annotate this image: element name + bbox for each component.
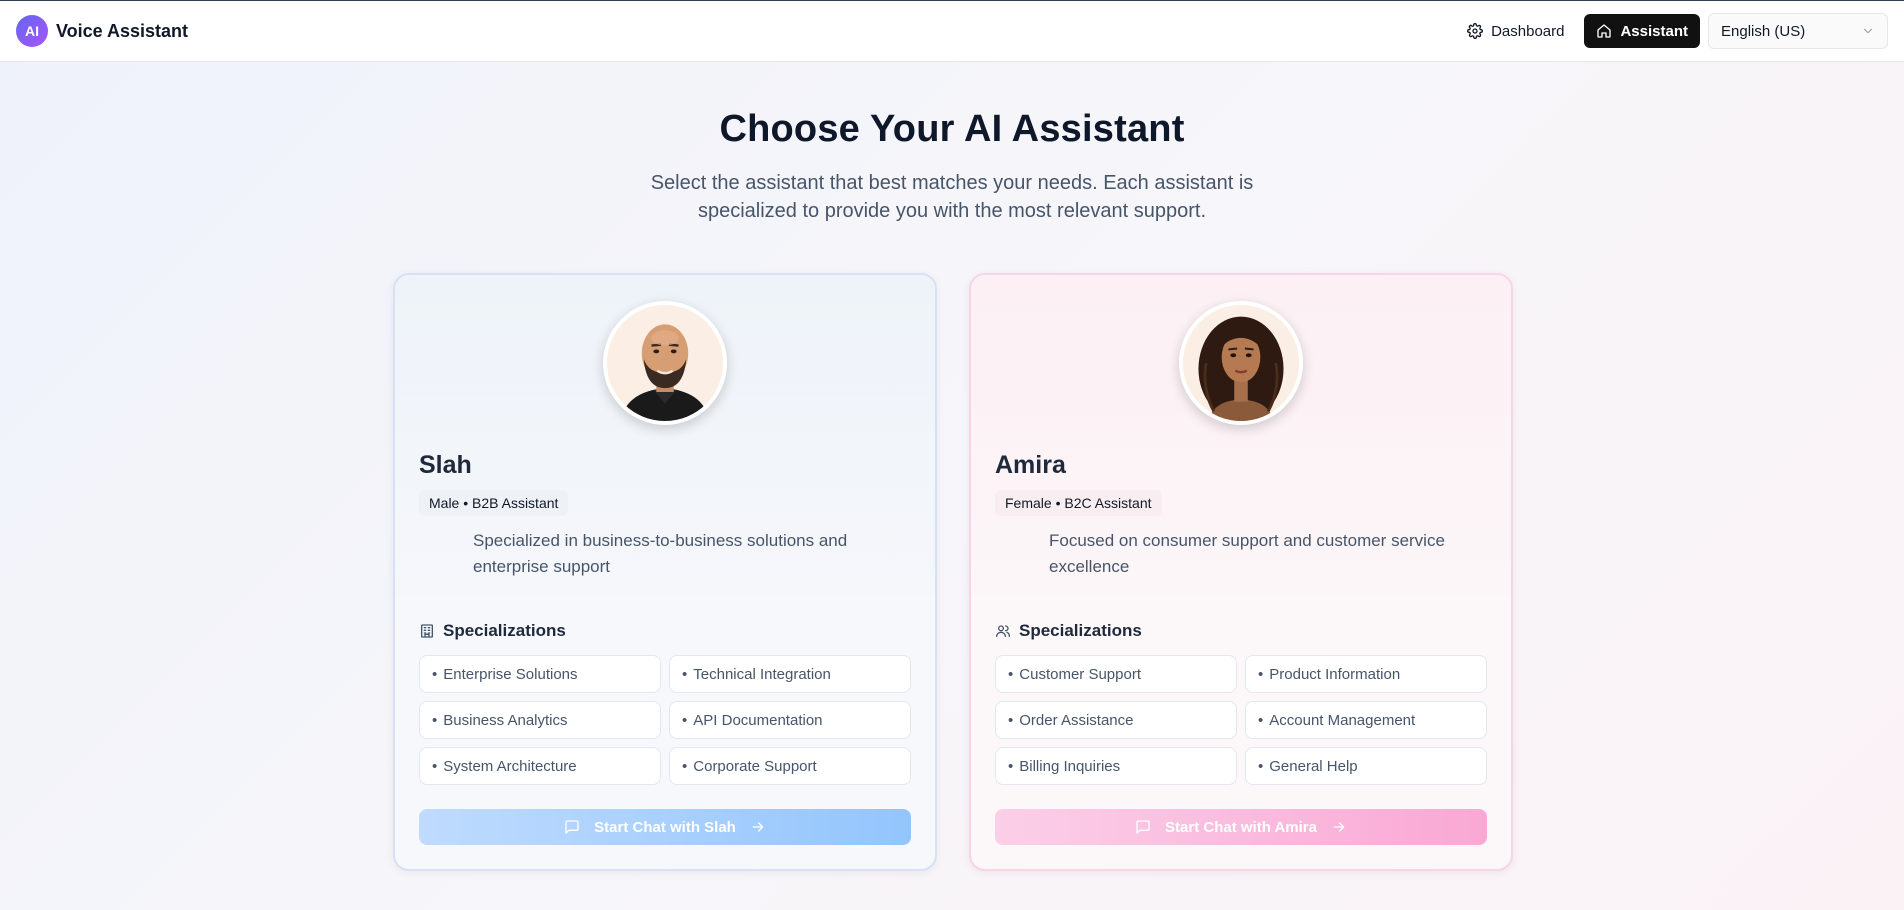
page-subtitle: Select the assistant that best matches y… <box>650 172 1254 222</box>
specialization-chip: • Order Assistance <box>995 701 1237 739</box>
specialization-label: API Documentation <box>693 711 823 729</box>
avatar-slah <box>603 301 727 425</box>
brand[interactable]: AI Voice Assistant <box>16 15 188 47</box>
start-chat-amira-button[interactable]: Start Chat with Amira <box>995 809 1487 845</box>
dashboard-nav-button[interactable]: Dashboard <box>1455 14 1576 48</box>
specialization-label: Enterprise Solutions <box>443 665 578 683</box>
specialization-chip: • Corporate Support <box>669 747 911 785</box>
specialization-chip: • Billing Inquiries <box>995 747 1237 785</box>
assistant-nav-button[interactable]: Assistant <box>1584 14 1700 48</box>
assistant-nav-label: Assistant <box>1620 22 1688 40</box>
page-title: Choose Your AI Assistant <box>719 108 1185 150</box>
specializations-heading: Specializations <box>995 621 1142 641</box>
specializations-list: • Customer Support • Product Information •… <box>995 655 1487 785</box>
specializations-title: Specializations <box>443 621 566 640</box>
specialization-chip: • Technical Integration <box>669 655 911 693</box>
start-chat-label: Start Chat with Amira <box>1165 818 1317 836</box>
specialization-label: Corporate Support <box>693 757 817 775</box>
specialization-chip: • Enterprise Solutions <box>419 655 661 693</box>
slah-portrait-image <box>607 305 723 421</box>
specializations-list: • Enterprise Solutions • Technical Integra… <box>419 655 911 785</box>
specialization-label: Order Assistance <box>1019 711 1134 729</box>
assistant-card-slah[interactable]: Slah Male • B2B Assistant Specialized in… <box>393 273 937 871</box>
dashboard-nav-label: Dashboard <box>1491 22 1565 40</box>
specialization-chip: • Customer Support <box>995 655 1237 693</box>
app-logo: AI <box>16 15 48 47</box>
building-icon <box>421 624 433 638</box>
avatar-amira <box>1179 301 1303 425</box>
amira-portrait-image <box>1183 305 1299 421</box>
message-square-icon <box>565 820 579 834</box>
specialization-label: Technical Integration <box>693 665 831 683</box>
language-select[interactable]: English (US) <box>1708 13 1888 49</box>
main-nav: Dashboard Assistant English (US) <box>1455 13 1888 49</box>
specialization-label: Billing Inquiries <box>1019 757 1121 775</box>
specialization-label: Product Information <box>1269 665 1401 683</box>
users-icon <box>996 625 1010 637</box>
assistant-type-badge: Female • B2C Assistant <box>995 490 1162 516</box>
start-chat-label: Start Chat with Slah <box>594 818 736 836</box>
arrow-right-icon <box>752 822 764 832</box>
chevron-down-icon <box>1863 28 1873 34</box>
assistant-description: Specialized in business-to-business solu… <box>473 531 848 576</box>
hero-section: Choose Your AI Assistant Select the assi… <box>0 108 1904 225</box>
specialization-label: Customer Support <box>1019 665 1141 683</box>
specialization-label: System Architecture <box>443 757 577 775</box>
specialization-chip: • API Documentation <box>669 701 911 739</box>
specializations-heading: Specializations <box>419 621 566 641</box>
specialization-chip: • System Architecture <box>419 747 661 785</box>
specialization-chip: • Business Analytics <box>419 701 661 739</box>
assistant-name: Slah <box>419 451 472 479</box>
assistant-card-amira[interactable]: Amira Female • B2C Assistant Focused on … <box>969 273 1513 871</box>
specializations-title: Specializations <box>1019 621 1142 640</box>
specialization-chip: • General Help <box>1245 747 1487 785</box>
language-select-value: English (US) <box>1721 22 1806 40</box>
specialization-label: Account Management <box>1269 711 1416 729</box>
assistant-name: Amira <box>995 451 1066 479</box>
arrow-right-icon <box>1333 822 1345 832</box>
specialization-chip: • Account Management <box>1245 701 1487 739</box>
message-square-icon <box>1136 820 1150 834</box>
home-icon <box>1597 24 1612 38</box>
specialization-chip: • Product Information <box>1245 655 1487 693</box>
app-title: Voice Assistant <box>56 20 189 41</box>
specialization-label: Business Analytics <box>443 711 568 729</box>
assistant-description: Focused on consumer support and customer… <box>1049 531 1445 576</box>
top-navigation-bar: AI Voice Assistant Dashboard Assistant E… <box>0 0 1904 62</box>
assistant-type-badge: Male • B2B Assistant <box>419 490 569 516</box>
start-chat-slah-button[interactable]: Start Chat with Slah <box>419 809 911 845</box>
gear-icon <box>1467 23 1484 39</box>
specialization-label: General Help <box>1269 757 1358 775</box>
